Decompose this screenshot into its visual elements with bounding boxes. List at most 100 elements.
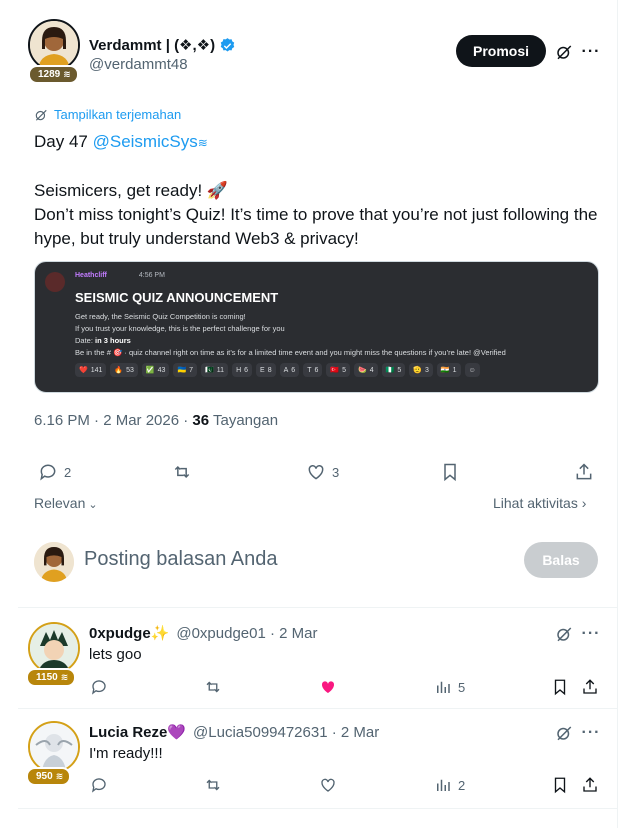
embed-avatar bbox=[45, 272, 65, 292]
reaction-emoji: ☺ bbox=[468, 366, 476, 374]
post-image[interactable]: Heathcliff 4:56 PM SEISMIC QUIZ ANNOUNCE… bbox=[34, 261, 599, 393]
avatar bbox=[34, 542, 74, 582]
reply-button[interactable] bbox=[90, 678, 108, 696]
embed-reaction: ✅ 43 bbox=[141, 363, 170, 377]
heart-icon bbox=[321, 778, 335, 792]
more-icon[interactable]: ··· bbox=[580, 41, 602, 63]
heart-icon bbox=[308, 464, 324, 480]
embed-line: Date: in 3 hours bbox=[75, 336, 131, 345]
reaction-emoji: E bbox=[260, 366, 265, 374]
grok-icon[interactable] bbox=[553, 722, 575, 744]
grok-icon bbox=[35, 109, 47, 121]
embed-reaction: 🍉 4 bbox=[354, 363, 378, 377]
mention-link[interactable]: @SeismicSys bbox=[93, 132, 198, 151]
reaction-count: 7 bbox=[189, 366, 194, 374]
views-icon bbox=[437, 779, 450, 791]
bookmark-icon bbox=[554, 777, 566, 794]
like-button[interactable] bbox=[319, 776, 337, 794]
like-button[interactable]: 3 bbox=[306, 462, 339, 482]
avatar[interactable] bbox=[28, 19, 80, 71]
repost-icon bbox=[206, 681, 220, 693]
reaction-count: 4 bbox=[369, 366, 374, 374]
repost-icon bbox=[174, 465, 190, 479]
score-badge: 950 ≋ bbox=[26, 767, 72, 786]
more-icon[interactable]: ··· bbox=[580, 722, 602, 744]
reaction-count: 1 bbox=[452, 366, 457, 374]
share-icon bbox=[576, 463, 592, 480]
embed-username: Heathcliff 4:56 PM bbox=[75, 272, 165, 279]
repost-button[interactable] bbox=[204, 776, 222, 794]
avatar[interactable] bbox=[28, 622, 80, 674]
bookmark-button[interactable] bbox=[440, 462, 460, 482]
views-button[interactable]: 2 bbox=[434, 776, 465, 794]
reaction-count: 6 bbox=[314, 366, 319, 374]
author-handle[interactable]: @verdammt48 bbox=[89, 56, 188, 73]
promote-button[interactable]: Promosi bbox=[456, 35, 546, 67]
reaction-count: 53 bbox=[126, 366, 134, 374]
reaction-emoji: 🇵🇰 bbox=[205, 367, 214, 374]
embed-reactions: ❤️ 141 🔥 53 ✅ 43 🇺🇦 7 🇵🇰 11 H 6 E 8 A 6 T 6 🇹🇷 5 🍉 4 🇳🇬 5 🫡 3 🇮🇳 1 ☺ bbox=[75, 363, 480, 377]
share-button[interactable] bbox=[581, 776, 599, 794]
author-avatar-wrap[interactable]: 1289 ≋ bbox=[28, 19, 80, 89]
reply-item[interactable]: 1150 ≋ 0xpudge✨ @0xpudge01 · 2 Mar ··· let… bbox=[18, 608, 618, 708]
reaction-count: 3 bbox=[424, 366, 429, 374]
divider bbox=[18, 808, 618, 809]
bookmark-button[interactable] bbox=[551, 678, 569, 696]
bookmark-button[interactable] bbox=[551, 776, 569, 794]
more-icon[interactable]: ··· bbox=[580, 623, 602, 645]
embed-reaction: 🇹🇷 5 bbox=[326, 363, 350, 377]
embed-reaction: E8 bbox=[256, 363, 276, 377]
score-badge: 1150 ≋ bbox=[26, 668, 77, 687]
embed-title: SEISMIC QUIZ ANNOUNCEMENT bbox=[75, 290, 279, 305]
view-activity-link[interactable]: Lihat aktivitas › bbox=[493, 495, 586, 511]
grok-icon[interactable] bbox=[553, 41, 575, 63]
grok-icon[interactable] bbox=[553, 623, 575, 645]
author-name[interactable]: Verdammt | (❖,❖) bbox=[89, 36, 236, 54]
embed-reaction: ☺ bbox=[464, 363, 480, 377]
reply-icon bbox=[91, 680, 106, 695]
reaction-emoji: ✅ bbox=[145, 367, 155, 374]
post-meta: 6.16 PM · 2 Mar 2026 · 36 Tayangan bbox=[34, 412, 279, 429]
share-icon bbox=[583, 679, 597, 694]
embed-reaction: 🇳🇬 5 bbox=[381, 363, 406, 377]
embed-reaction: 🇵🇰 11 bbox=[201, 363, 229, 377]
embed-reaction: 🔥 53 bbox=[110, 363, 138, 377]
embed-reaction: H6 bbox=[232, 363, 253, 377]
reply-button[interactable]: 2 bbox=[38, 462, 71, 482]
repost-button[interactable] bbox=[204, 678, 222, 696]
share-button[interactable] bbox=[574, 462, 594, 482]
reaction-emoji: H bbox=[236, 366, 242, 374]
reaction-count: 5 bbox=[342, 366, 346, 374]
repost-button[interactable] bbox=[172, 462, 192, 482]
reply-author[interactable]: 0xpudge✨ @0xpudge01 · 2 Mar bbox=[89, 624, 318, 643]
sort-dropdown[interactable]: Relevan ⌄ bbox=[34, 495, 98, 511]
reaction-count: 8 bbox=[267, 366, 272, 374]
like-button[interactable] bbox=[319, 678, 337, 696]
reaction-count: 43 bbox=[157, 366, 166, 374]
share-button[interactable] bbox=[581, 678, 599, 696]
reply-author[interactable]: Lucia Reze💜 @Lucia5099472631 · 2 Mar bbox=[89, 723, 379, 742]
reaction-emoji: 🔥 bbox=[114, 367, 124, 374]
post-actions: 2 3 bbox=[34, 460, 600, 484]
reaction-emoji: 🇺🇦 bbox=[177, 367, 187, 374]
reaction-count: 6 bbox=[291, 366, 296, 374]
reply-input[interactable]: Posting balasan Anda bbox=[84, 548, 278, 571]
reply-icon bbox=[40, 464, 56, 481]
reply-button[interactable] bbox=[90, 776, 108, 794]
reply-submit-button[interactable]: Balas bbox=[524, 542, 598, 578]
share-icon bbox=[583, 777, 597, 792]
reply-icon bbox=[91, 778, 106, 793]
reaction-emoji: 🫡 bbox=[413, 367, 422, 374]
translate-link[interactable]: Tampilkan terjemahan bbox=[34, 107, 181, 122]
reply-item[interactable]: 950 ≋ Lucia Reze💜 @Lucia5099472631 · 2 Mar… bbox=[18, 709, 618, 809]
bookmark-icon bbox=[554, 679, 566, 696]
repost-icon bbox=[206, 779, 220, 791]
reply-actions: 2 bbox=[89, 776, 601, 796]
avatar[interactable] bbox=[28, 721, 80, 773]
reaction-emoji: 🇳🇬 bbox=[385, 367, 395, 374]
reply-text: I'm ready!!! bbox=[89, 745, 163, 762]
embed-reaction: 🇮🇳 1 bbox=[436, 363, 461, 377]
reaction-emoji: ❤️ bbox=[79, 367, 88, 374]
views-button[interactable]: 5 bbox=[434, 678, 465, 696]
reaction-emoji: T bbox=[307, 366, 312, 374]
